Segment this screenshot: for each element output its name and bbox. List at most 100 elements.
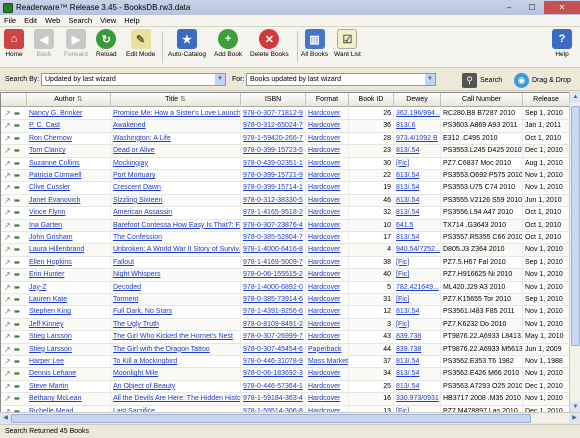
- isbn-cell[interactable]: 978-0-307-45454-6: [241, 343, 306, 356]
- title-cell[interactable]: All the Devils Are Here: The Hidden Hist…: [111, 393, 241, 406]
- isbn-cell[interactable]: 978-0-307-23876-4: [241, 219, 306, 232]
- open-link-icon[interactable]: ↗: [4, 258, 11, 268]
- scroll-right-icon[interactable]: ▶: [569, 413, 580, 424]
- title-cell[interactable]: Port Mortuary: [111, 170, 241, 182]
- isbn-cell[interactable]: 978-1-59420-266-7: [241, 132, 306, 145]
- minimize-button[interactable]: –: [498, 1, 520, 14]
- author-cell[interactable]: Steve Martin: [27, 380, 111, 393]
- go-arrow-icon[interactable]: ➨: [14, 369, 21, 379]
- column-header-call-number[interactable]: Call Number: [441, 93, 523, 107]
- title-cell[interactable]: Awakened: [111, 120, 241, 133]
- go-arrow-icon[interactable]: ➨: [14, 320, 21, 330]
- dewey-cell[interactable]: 839.738: [394, 343, 441, 356]
- open-link-icon[interactable]: ↗: [4, 109, 11, 119]
- title-cell[interactable]: Fallout: [111, 256, 241, 269]
- go-arrow-icon[interactable]: ➨: [14, 283, 21, 293]
- dewey-cell[interactable]: 641.5: [394, 219, 441, 232]
- isbn-cell[interactable]: 978-0-307-71812-9: [241, 108, 306, 120]
- format-cell[interactable]: Hardcover: [306, 120, 349, 133]
- column-header-author[interactable]: Author ⇅: [27, 93, 111, 107]
- menu-web[interactable]: Web: [45, 16, 60, 25]
- format-cell[interactable]: Hardcover: [306, 194, 349, 207]
- author-cell[interactable]: Stieg Larsson: [27, 331, 111, 344]
- go-arrow-icon[interactable]: ➨: [14, 171, 21, 181]
- go-arrow-icon[interactable]: ➨: [14, 295, 21, 305]
- format-cell[interactable]: Hardcover: [306, 393, 349, 406]
- close-button[interactable]: ✕: [544, 1, 580, 14]
- title-cell[interactable]: Barefoot Contessa How Easy Is That?: F..…: [111, 219, 241, 232]
- format-cell[interactable]: Hardcover: [306, 331, 349, 344]
- table-row[interactable]: ↗ ➨ Tom Clancy Dead or Alive 978-0-399-15723…: [1, 145, 579, 158]
- isbn-cell[interactable]: 978-0-399-15714-1: [241, 182, 306, 195]
- table-row[interactable]: ↗ ➨ Dennis Lehane Moonlight Mile 978-0-06-18…: [1, 368, 579, 381]
- table-row[interactable]: ↗ ➨ Lauren Kate Torment 978-0-385-73914-6 Har…: [1, 294, 579, 307]
- search-by-select[interactable]: Updated by last wizard ▼: [41, 73, 226, 86]
- author-cell[interactable]: Bethany McLean: [27, 393, 111, 406]
- format-cell[interactable]: Hardcover: [306, 182, 349, 195]
- auto-catalog-button[interactable]: ★ Auto-Catalog: [168, 29, 206, 66]
- format-cell[interactable]: Hardcover: [306, 232, 349, 244]
- column-header-book-id[interactable]: Book ID: [349, 93, 394, 107]
- author-cell[interactable]: Ellen Hopkins: [27, 256, 111, 269]
- format-cell[interactable]: Hardcover: [306, 368, 349, 381]
- isbn-cell[interactable]: 978-1-4000-6892-0: [241, 281, 306, 294]
- table-row[interactable]: ↗ ➨ Nancy G. Brinker Promise Me: How a Sist…: [1, 108, 579, 121]
- dewey-cell[interactable]: [Fic]: [394, 318, 441, 331]
- title-cell[interactable]: Promise Me: How a Sister's Love Launche.…: [111, 108, 241, 120]
- table-row[interactable]: ↗ ➨ Bethany McLean All the Devils Are Here:…: [1, 393, 579, 406]
- scroll-thumb[interactable]: [571, 106, 580, 346]
- table-row[interactable]: ↗ ➨ Stieg Larsson The Girl Who Kicked the H…: [1, 331, 579, 344]
- drag-drop-button[interactable]: ◉ Drag & Drop: [514, 72, 571, 88]
- dewey-cell[interactable]: 782.421649...: [394, 281, 441, 294]
- title-cell[interactable]: American Assassin: [111, 207, 241, 220]
- for-select[interactable]: Books updated by last wizard ▼: [246, 73, 436, 86]
- format-cell[interactable]: Hardcover: [306, 244, 349, 257]
- table-row[interactable]: ↗ ➨ Erin Hunter Night Whispers 978-0-06-1555…: [1, 269, 579, 282]
- table-row[interactable]: ↗ ➨ Jay-Z Decoded 978-1-4000-6892-0 Hardcover…: [1, 281, 579, 294]
- go-arrow-icon[interactable]: ➨: [14, 270, 21, 280]
- isbn-cell[interactable]: 978-0-06-183692-3: [241, 368, 306, 381]
- author-cell[interactable]: Ina Garten: [27, 219, 111, 232]
- go-arrow-icon[interactable]: ➨: [14, 196, 21, 206]
- isbn-cell[interactable]: 978-1-59184-363-4: [241, 393, 306, 406]
- title-cell[interactable]: To Kill a Mockingbird: [111, 356, 241, 368]
- dewey-cell[interactable]: [Fic]: [394, 294, 441, 306]
- open-link-icon[interactable]: ↗: [4, 382, 11, 392]
- dewey-cell[interactable]: 813/.54: [394, 145, 441, 158]
- column-header-release[interactable]: Release: [523, 93, 570, 107]
- go-arrow-icon[interactable]: ➨: [14, 245, 21, 255]
- vertical-scrollbar[interactable]: ▲ ▼: [569, 92, 580, 413]
- isbn-cell[interactable]: 978-0-385-73914-6: [241, 294, 306, 306]
- menu-help[interactable]: Help: [124, 16, 139, 25]
- open-link-icon[interactable]: ↗: [4, 307, 11, 317]
- dewey-cell[interactable]: 973.4/1092 B: [394, 132, 441, 145]
- author-cell[interactable]: P. C. Cast: [27, 120, 111, 133]
- title-cell[interactable]: Unbroken: A World War II Story of Surviv…: [111, 244, 241, 257]
- author-cell[interactable]: Ron Chernow: [27, 132, 111, 145]
- go-arrow-icon[interactable]: ➨: [14, 183, 21, 193]
- dewey-cell[interactable]: 362.196/994...: [394, 108, 441, 120]
- dewey-cell[interactable]: 813/.6: [394, 120, 441, 133]
- go-arrow-icon[interactable]: ➨: [14, 208, 21, 218]
- table-row[interactable]: ↗ ➨ Ina Garten Barefoot Contessa How Easy I…: [1, 219, 579, 232]
- go-arrow-icon[interactable]: ➨: [14, 345, 21, 355]
- title-cell[interactable]: Full Dark, No Stars: [111, 306, 241, 319]
- dewey-cell[interactable]: [Fic]: [394, 157, 441, 170]
- go-arrow-icon[interactable]: ➨: [14, 159, 21, 169]
- format-cell[interactable]: Mass Market...: [306, 356, 349, 368]
- scroll-thumb[interactable]: [11, 414, 531, 423]
- open-link-icon[interactable]: ↗: [4, 320, 11, 330]
- format-cell[interactable]: Hardcover: [306, 157, 349, 170]
- open-link-icon[interactable]: ↗: [4, 332, 11, 342]
- forward-button[interactable]: ▶ Forward: [64, 29, 88, 66]
- table-row[interactable]: ↗ ➨ Stieg Larsson The Girl with the Dragon …: [1, 343, 579, 356]
- format-cell[interactable]: Paperback: [306, 343, 349, 356]
- title-cell[interactable]: Dead or Alive: [111, 145, 241, 158]
- table-row[interactable]: ↗ ➨ Clive Cussler Crescent Dawn 978-0-399-15…: [1, 182, 579, 195]
- author-cell[interactable]: Laura Hillenbrand: [27, 244, 111, 257]
- table-row[interactable]: ↗ ➨ P. C. Cast Awakened 978-0-312-65024-7 Har…: [1, 120, 579, 133]
- isbn-cell[interactable]: 978-0-06-155515-2: [241, 269, 306, 282]
- open-link-icon[interactable]: ↗: [4, 196, 11, 206]
- open-link-icon[interactable]: ↗: [4, 208, 11, 218]
- format-cell[interactable]: Hardcover: [306, 170, 349, 182]
